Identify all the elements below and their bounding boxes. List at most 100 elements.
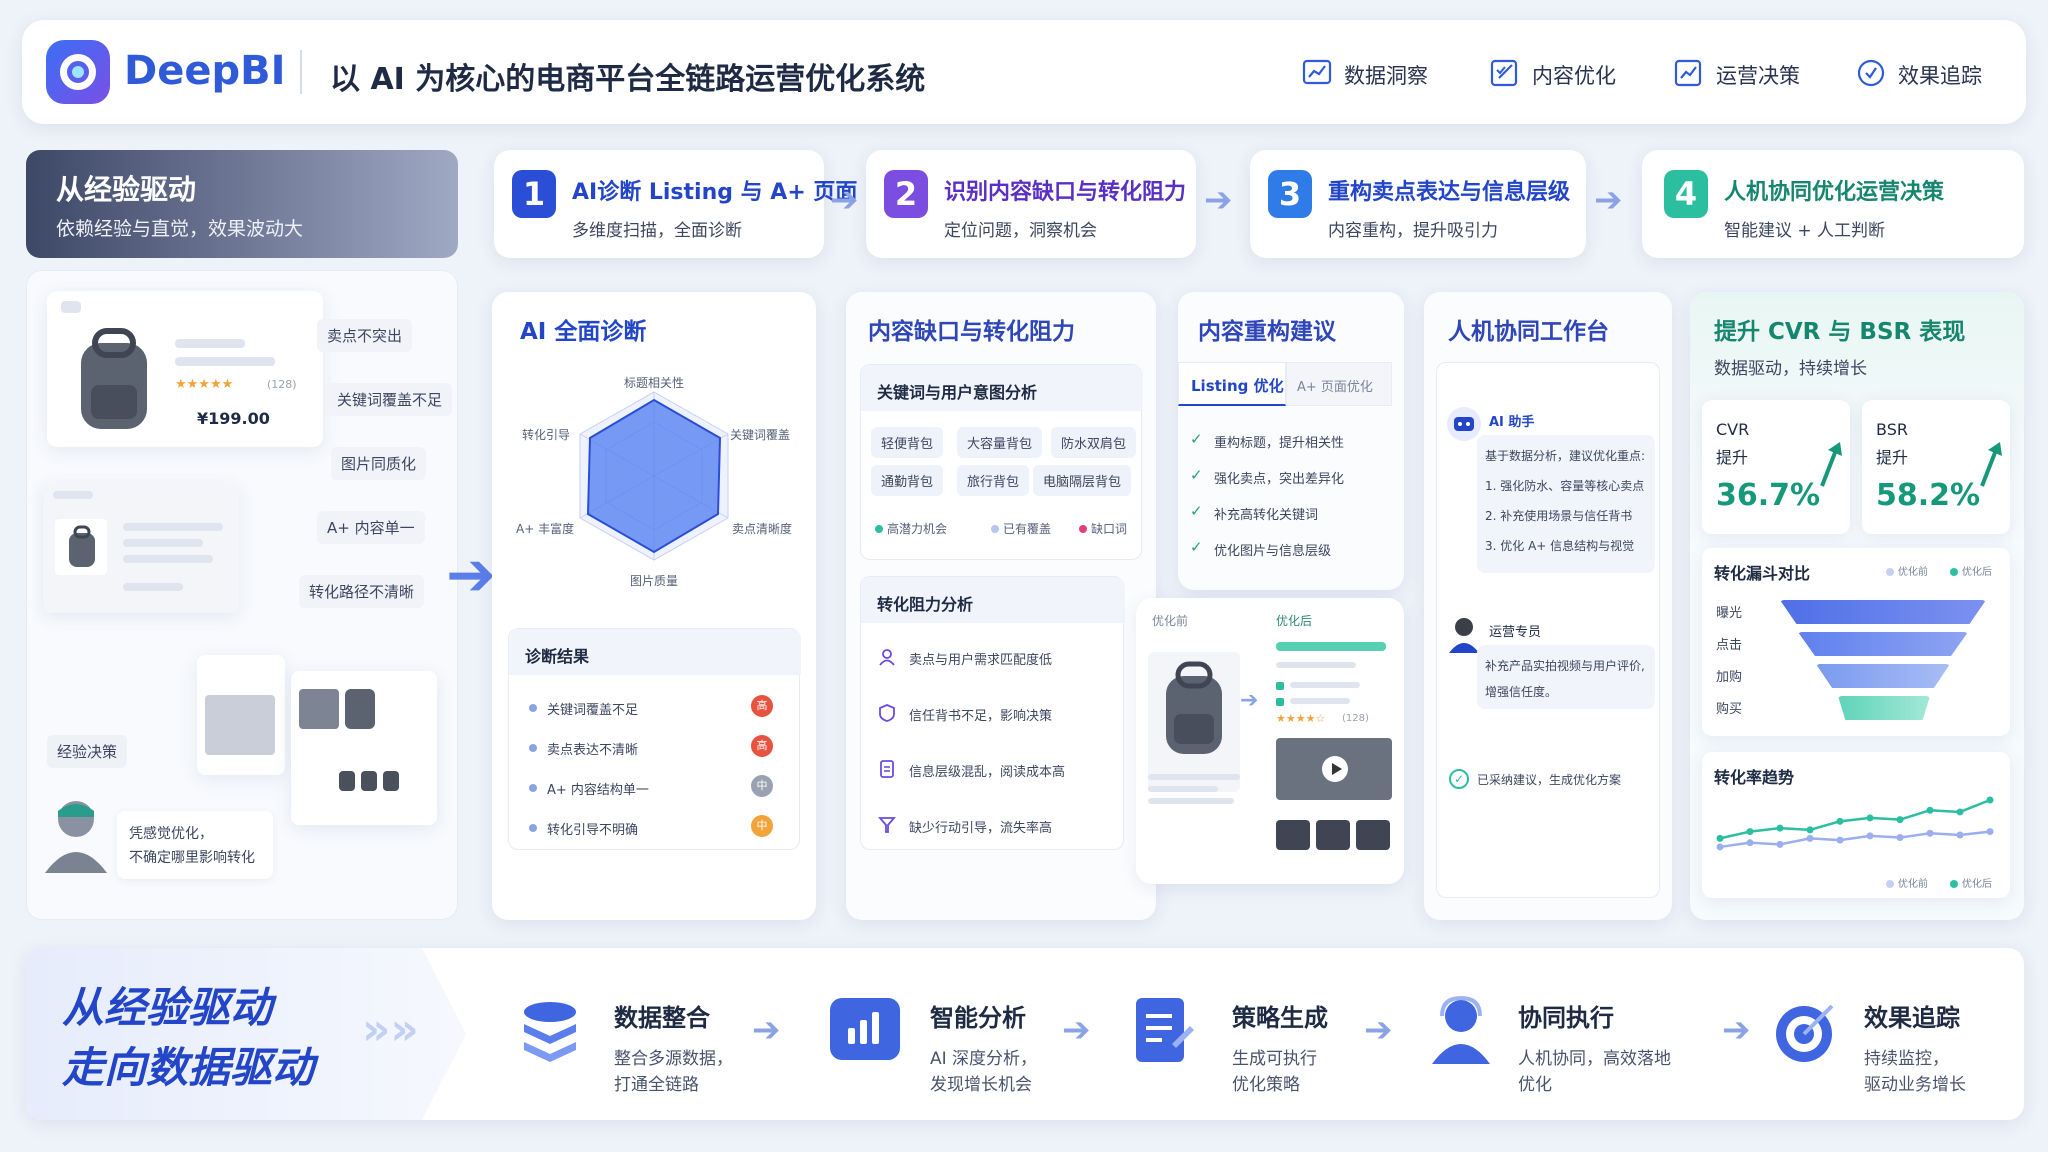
bottom-step-desc: 发现增长机会 bbox=[930, 1075, 1032, 1095]
trend-point bbox=[1716, 834, 1724, 842]
keyword-chip: 防水双肩包 bbox=[1051, 427, 1137, 458]
radar-label: 图片质量 bbox=[630, 574, 679, 588]
kpi-name: CVR bbox=[1716, 420, 1750, 439]
result-text: A+ 内容结构单一 bbox=[547, 783, 649, 798]
bottom-step-desc: 打通全链路 bbox=[614, 1075, 699, 1095]
decision-icon bbox=[1674, 59, 1702, 87]
bottom-step-desc: 整合多源数据， bbox=[614, 1049, 733, 1069]
legend-dot bbox=[1950, 880, 1958, 888]
page-title: 以 AI 为核心的电商平台全链路运营优化系统 bbox=[330, 62, 926, 97]
trend-point bbox=[1896, 834, 1904, 842]
rebuild-item: 重构标题，提升相关性 bbox=[1214, 436, 1345, 451]
issue-chip: 卖点不突出 bbox=[317, 319, 413, 352]
nav-content-opt[interactable]: 内容优化 bbox=[1490, 54, 1630, 94]
step-card-1[interactable]: 1 AI诊断 Listing 与 A+ 页面 多维度扫描，全面诊断 bbox=[494, 150, 857, 258]
kpi-label: 提升 bbox=[1876, 448, 1909, 467]
nav-label: 效果追踪 bbox=[1898, 64, 1982, 88]
trend-point bbox=[1926, 829, 1934, 837]
quote-line: 不确定哪里影响转化 bbox=[129, 850, 255, 866]
trust-shield-icon bbox=[879, 704, 895, 722]
trend-point bbox=[1866, 832, 1874, 840]
analytics-chart-icon bbox=[830, 998, 900, 1060]
keyword-chip: 旅行背包 bbox=[957, 465, 1030, 496]
funnel-stage: 点击 bbox=[1716, 638, 1743, 653]
ai-suggestion: 基于数据分析，建议优化重点: 1. 强化防水、容量等核心卖点 2. 补充使用场景… bbox=[1477, 435, 1655, 573]
check-icon: ✓ bbox=[1190, 502, 1203, 520]
arrow-right-icon: ➔ bbox=[830, 180, 859, 220]
legend-label: 优化前 bbox=[1898, 567, 1928, 578]
trend-point bbox=[1896, 816, 1904, 824]
check-icon: ✓ bbox=[1190, 538, 1203, 556]
target-tracking-icon bbox=[1776, 1004, 1834, 1062]
gallery-mock bbox=[197, 655, 285, 775]
bottom-step-desc: 优化策略 bbox=[1232, 1075, 1300, 1095]
issue-chip: 转化路径不清晰 bbox=[299, 575, 425, 608]
trend-point bbox=[1716, 843, 1724, 851]
product-rating: ★★★★★ bbox=[175, 377, 234, 392]
step-card-2[interactable]: 2 识别内容缺口与转化阻力 定位问题，洞察机会 bbox=[866, 150, 1196, 258]
tab-aplus[interactable]: A+ 页面优化 bbox=[1286, 362, 1392, 406]
user-match-icon bbox=[879, 649, 895, 666]
rebuild-item: 强化卖点，突出差异化 bbox=[1214, 472, 1345, 487]
operator-avatar bbox=[1449, 618, 1479, 653]
legend-label: 优化后 bbox=[1962, 567, 1992, 578]
left-panel: ★★★★★ (128) ¥199.00 卖点不突出 关键词覆盖不足 图片同质化 … bbox=[26, 270, 458, 920]
results-panel: 提升 CVR 与 BSR 表现 数据驱动，持续增长 CVR 提升 36.7% B… bbox=[1690, 292, 2024, 920]
nav-effect-track[interactable]: 效果追踪 bbox=[1856, 54, 1996, 94]
bottom-step-desc: 优化 bbox=[1518, 1075, 1552, 1095]
panel-title: AI 全面诊断 bbox=[520, 319, 647, 345]
step-card-3[interactable]: 3 重构卖点表达与信息层级 内容重构，提升吸引力 bbox=[1250, 150, 1586, 258]
legend-dot bbox=[991, 525, 999, 533]
step-number: 4 bbox=[1664, 170, 1708, 218]
result-text: 转化引导不明确 bbox=[547, 823, 639, 838]
ai-line: 1. 强化防水、容量等核心卖点 bbox=[1485, 479, 1645, 493]
collaboration-person-icon bbox=[1432, 995, 1490, 1064]
issue-chip: 关键词覆盖不足 bbox=[327, 383, 453, 416]
banner-title: 从经验驱动 bbox=[56, 173, 197, 206]
product-price: ¥199.00 bbox=[197, 409, 270, 428]
nav-data-insight[interactable]: 数据洞察 bbox=[1302, 54, 1442, 94]
check-circle-icon: ✓ bbox=[1449, 769, 1469, 789]
step-title: AI诊断 Listing 与 A+ 页面 bbox=[572, 180, 858, 205]
funnel-bar bbox=[1816, 664, 1950, 688]
severity-badge: 高 bbox=[751, 695, 773, 717]
document-icon bbox=[880, 760, 894, 778]
legend-dot bbox=[1950, 568, 1958, 576]
ai-name: AI 助手 bbox=[1489, 415, 1535, 430]
bottom-step-title: 数据整合 bbox=[614, 1004, 710, 1032]
kpi-name: BSR bbox=[1876, 420, 1908, 439]
bottom-step-desc: 生成可执行 bbox=[1232, 1049, 1317, 1069]
funnel-card: 转化漏斗对比 优化前 优化后 曝光 点击 加购 购买 bbox=[1702, 548, 2010, 736]
keyword-chip: 轻便背包 bbox=[871, 427, 944, 458]
step-card-4[interactable]: 4 人机协同优化运营决策 智能建议 + 人工判断 bbox=[1642, 150, 2024, 258]
strategy-document-icon bbox=[1136, 998, 1194, 1062]
chart-icon bbox=[1302, 59, 1332, 85]
funnel-bar bbox=[1798, 632, 1968, 656]
bottom-title-2: 走向数据驱动 bbox=[62, 1043, 315, 1092]
after-highlight bbox=[1276, 642, 1386, 651]
severity-badge: 中 bbox=[751, 775, 773, 797]
gallery-mock bbox=[291, 671, 437, 825]
after-rating: ★★★★☆ bbox=[1276, 712, 1326, 725]
legend-label: 优化后 bbox=[1962, 879, 1992, 890]
step-desc: 内容重构，提升吸引力 bbox=[1328, 221, 1498, 241]
issue-chip: A+ 内容单一 bbox=[317, 511, 425, 544]
trend-point bbox=[1986, 796, 1994, 804]
bottom-strip: 从经验驱动 走向数据驱动 »» 数据整合 整合多源数据， 打通全链路 ➔ 智能分… bbox=[26, 948, 2024, 1120]
kpi-label: 提升 bbox=[1716, 448, 1749, 467]
trend-point bbox=[1836, 836, 1844, 844]
keyword-analysis: 关键词与用户意图分析 轻便背包 大容量背包 防水双肩包 通勤背包 旅行背包 电脑… bbox=[860, 364, 1143, 560]
funnel-stage: 加购 bbox=[1716, 670, 1743, 685]
video-thumbnail[interactable] bbox=[1276, 738, 1392, 800]
person-quote: 凭感觉优化， 不确定哪里影响转化 bbox=[117, 811, 273, 879]
brand-name[interactable]: DeepBI bbox=[124, 48, 285, 94]
tab-listing[interactable]: Listing 优化 bbox=[1178, 362, 1286, 406]
keyword-chip: 通勤背包 bbox=[871, 465, 944, 496]
nav-ops-decision[interactable]: 运营决策 bbox=[1674, 54, 1814, 94]
ops-line: 增强信任度。 bbox=[1485, 685, 1558, 699]
step-number: 3 bbox=[1268, 170, 1312, 218]
listing-mock bbox=[43, 483, 239, 613]
step-title: 识别内容缺口与转化阻力 bbox=[944, 180, 1187, 205]
severity-badge: 中 bbox=[751, 815, 773, 837]
before-label: 优化前 bbox=[1152, 614, 1189, 628]
